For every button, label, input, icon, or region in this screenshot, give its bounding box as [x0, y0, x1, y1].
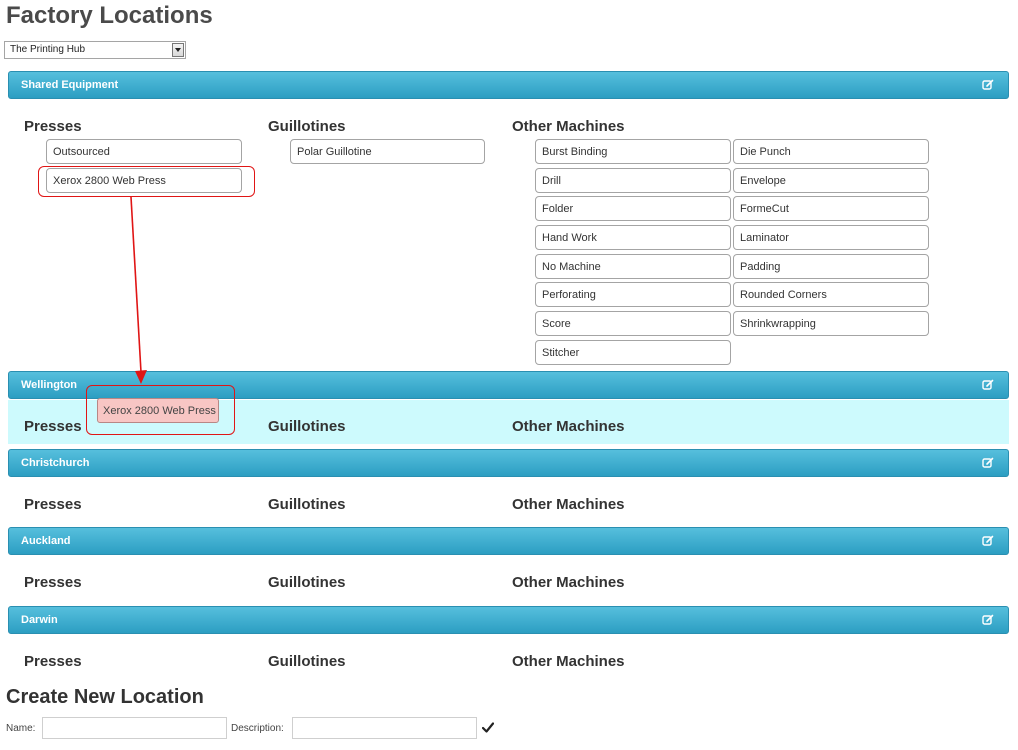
create-location-title: Create New Location [6, 686, 204, 708]
presses-heading: Presses [24, 118, 82, 135]
other-machine-item[interactable]: Folder [535, 196, 731, 221]
presses-heading: Presses [24, 496, 82, 513]
edit-icon[interactable] [981, 378, 995, 392]
description-field[interactable] [292, 717, 477, 739]
other-machine-item[interactable]: Burst Binding [535, 139, 731, 164]
source-highlight [38, 166, 255, 197]
guillotines-heading: Guillotines [268, 574, 346, 591]
other-machine-item[interactable]: Stitcher [535, 340, 731, 365]
other-machine-item[interactable]: Score [535, 311, 731, 336]
presses-heading: Presses [24, 418, 82, 435]
panel-title: Christchurch [21, 457, 90, 469]
guillotine-item[interactable]: Polar Guillotine [290, 139, 485, 164]
other-machines-heading: Other Machines [512, 418, 625, 435]
name-label: Name: [6, 723, 36, 734]
edit-icon[interactable] [981, 78, 995, 92]
press-item[interactable]: Outsourced [46, 139, 242, 164]
other-machine-item[interactable]: Laminator [733, 225, 929, 250]
other-machine-item[interactable]: Perforating [535, 282, 731, 307]
other-machine-item[interactable]: Drill [535, 168, 731, 193]
site-select[interactable]: The Printing Hub [4, 41, 186, 59]
other-machine-item[interactable]: Padding [733, 254, 929, 279]
panel-header-auckland[interactable]: Auckland [8, 527, 1009, 555]
target-highlight [86, 385, 235, 435]
other-machines-heading: Other Machines [512, 574, 625, 591]
panel-header-christchurch[interactable]: Christchurch [8, 449, 1009, 477]
other-machine-item[interactable]: Envelope [733, 168, 929, 193]
name-field[interactable] [42, 717, 227, 739]
other-machines-heading: Other Machines [512, 496, 625, 513]
other-machine-item[interactable]: Die Punch [733, 139, 929, 164]
other-machine-item[interactable]: FormeCut [733, 196, 929, 221]
panel-title: Auckland [21, 535, 71, 547]
edit-icon[interactable] [981, 613, 995, 627]
other-machine-item[interactable]: No Machine [535, 254, 731, 279]
panel-title: Shared Equipment [21, 79, 119, 91]
page-title: Factory Locations [6, 2, 213, 29]
site-select-value: The Printing Hub [10, 44, 86, 55]
other-machine-item[interactable]: Rounded Corners [733, 282, 929, 307]
description-label: Description: [231, 723, 284, 734]
other-machine-item[interactable]: Hand Work [535, 225, 731, 250]
guillotines-heading: Guillotines [268, 418, 346, 435]
checkmark-icon[interactable] [482, 722, 494, 733]
panel-title: Darwin [21, 614, 58, 626]
chevron-down-icon[interactable] [172, 43, 184, 57]
presses-heading: Presses [24, 574, 82, 591]
other-machines-heading: Other Machines [512, 653, 625, 670]
other-machine-item[interactable]: Shrinkwrapping [733, 311, 929, 336]
panel-header-shared-equipment[interactable]: Shared Equipment [8, 71, 1009, 99]
edit-icon[interactable] [981, 456, 995, 470]
guillotines-heading: Guillotines [268, 118, 346, 135]
edit-icon[interactable] [981, 534, 995, 548]
guillotines-heading: Guillotines [268, 653, 346, 670]
other-machines-heading: Other Machines [512, 118, 625, 135]
panel-title: Wellington [21, 379, 78, 391]
guillotines-heading: Guillotines [268, 496, 346, 513]
presses-heading: Presses [24, 653, 82, 670]
panel-header-darwin[interactable]: Darwin [8, 606, 1009, 634]
